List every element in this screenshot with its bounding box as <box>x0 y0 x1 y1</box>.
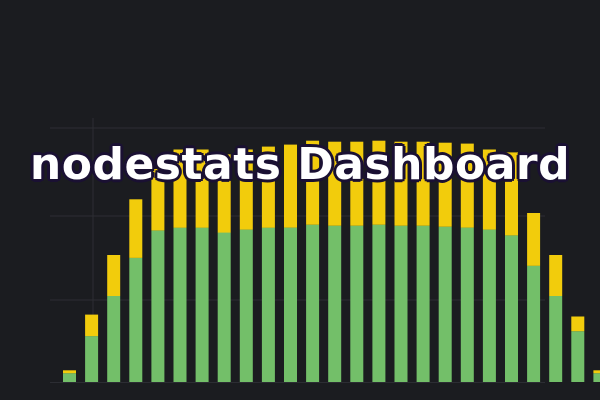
bar-segment-green <box>63 373 76 382</box>
bar-segment-green <box>239 229 253 382</box>
bar-segment-green <box>394 225 408 382</box>
bar-segment-green <box>460 227 474 382</box>
bar-segment-green <box>261 227 275 382</box>
bar-segment-green <box>107 296 121 382</box>
bar-segment-yellow <box>129 199 143 258</box>
bar-segment-green <box>372 224 386 382</box>
bar-segment-green <box>350 225 364 382</box>
bar-segment-green <box>593 373 600 382</box>
bar-segment-green <box>549 296 563 382</box>
bar-segment-green <box>173 227 187 382</box>
bar-segment-green <box>85 336 99 382</box>
bar-segment-yellow <box>85 314 99 337</box>
dashboard-title: nodestats Dashboard <box>28 138 571 192</box>
bar-segment-yellow <box>107 255 121 296</box>
bar-segment-green <box>195 227 209 382</box>
bar-segment-green <box>217 232 231 382</box>
bar-segment-yellow <box>63 370 76 374</box>
bar-segment-green <box>284 227 297 382</box>
bar-segment-green <box>571 331 585 382</box>
bar-segment-green <box>151 230 165 382</box>
bar-segment-green <box>482 229 496 382</box>
bar-segment-yellow <box>593 370 600 374</box>
bar-segment-green <box>438 226 452 382</box>
bar-segment-green <box>306 224 320 382</box>
dashboard-panel: nodestats Dashboard <box>0 0 600 400</box>
bar-segment-green <box>129 257 143 382</box>
bar-segment-yellow <box>527 213 541 266</box>
bar-segment-yellow <box>549 255 563 296</box>
bar-segment-yellow <box>571 316 585 332</box>
bar-segment-green <box>416 225 430 382</box>
bar-segment-green <box>328 225 342 382</box>
bar-segment-green <box>527 265 541 382</box>
stacked-bar-chart <box>50 118 600 383</box>
bar-segment-green <box>505 235 518 382</box>
